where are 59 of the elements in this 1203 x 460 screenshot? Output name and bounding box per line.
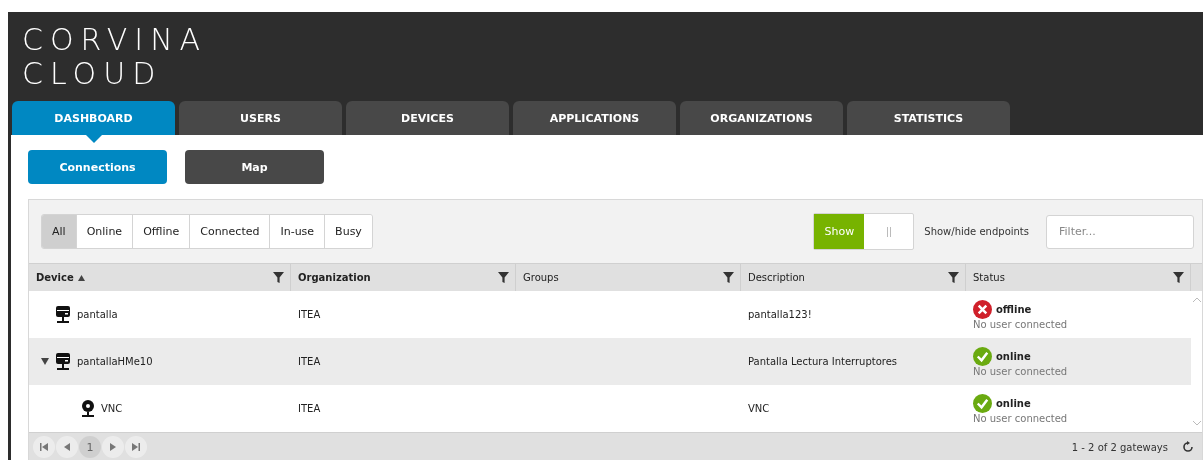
nav-tab[interactable]: STATISTICS xyxy=(847,101,1010,135)
last-page-icon xyxy=(132,443,140,451)
next-icon xyxy=(109,443,117,451)
status-label: offline xyxy=(996,303,1032,315)
device-name: VNC xyxy=(101,403,123,414)
table-cell: pantalla123! xyxy=(748,309,812,320)
filter-field[interactable]: Filter... xyxy=(1046,214,1194,249)
view-tab[interactable]: Map xyxy=(185,150,324,184)
filter-icon[interactable] xyxy=(498,272,509,283)
pager-summary: 1 - 2 of 2 gateways xyxy=(1071,441,1168,453)
monitor-icon xyxy=(55,352,71,371)
table-cell: ITEA xyxy=(298,356,321,367)
status-detail: No user connected xyxy=(973,318,1069,330)
webcam-icon xyxy=(81,399,95,418)
status-detail: No user connected xyxy=(973,365,1069,377)
filter-button[interactable]: Connected xyxy=(189,215,270,248)
refresh-icon[interactable] xyxy=(1182,441,1194,453)
check-icon xyxy=(973,346,992,366)
grip-icon xyxy=(886,226,891,237)
status-label: online xyxy=(996,350,1031,362)
toggle-caption: Show/hide endpoints xyxy=(924,226,1029,237)
table-cell: VNC xyxy=(748,403,770,414)
view-tab[interactable]: Connections xyxy=(28,150,167,184)
monitor-icon xyxy=(55,305,71,324)
filter-icon[interactable] xyxy=(273,272,284,283)
table-row[interactable]: pantalla ITEA pantalla123! offline No user connected xyxy=(29,291,1191,338)
status-detail: No user connected xyxy=(973,412,1069,424)
table-row[interactable]: pantallaHMe10 ITEA Pantalla Lectura Interruptores online No user connected xyxy=(29,338,1191,385)
previous-page-button[interactable] xyxy=(56,436,78,458)
filter-button[interactable]: Offline xyxy=(132,215,190,248)
filter-button[interactable]: In-use xyxy=(269,215,325,248)
next-page-button[interactable] xyxy=(102,436,124,458)
last-page-button[interactable] xyxy=(125,436,147,458)
error-icon xyxy=(973,299,992,319)
table-cell: Pantalla Lectura Interruptores xyxy=(748,356,898,367)
table-cell: ITEA xyxy=(298,309,321,320)
sort-up-icon xyxy=(77,275,85,281)
logo: CORVINA CLOUD xyxy=(21,20,209,93)
expand-caret-icon[interactable] xyxy=(41,358,49,365)
check-icon xyxy=(973,393,992,413)
nav-tab[interactable]: ORGANIZATIONS xyxy=(680,101,843,135)
previous-icon xyxy=(63,443,71,451)
nav-tab[interactable]: USERS xyxy=(179,101,342,135)
filter-icon[interactable] xyxy=(723,272,734,283)
filter-button[interactable]: All xyxy=(42,215,76,248)
nav-tab[interactable]: APPLICATIONS xyxy=(513,101,676,135)
nav-tab[interactable]: DEVICES xyxy=(346,101,509,135)
filter-icon[interactable] xyxy=(1173,272,1184,283)
first-page-button[interactable] xyxy=(33,436,55,458)
page-button[interactable]: 1 xyxy=(79,436,101,458)
filter-icon[interactable] xyxy=(948,272,959,283)
table-row[interactable]: VNC ITEA VNC online No user connected xyxy=(29,385,1191,432)
device-name: pantalla xyxy=(77,309,118,320)
filter-button[interactable]: Online xyxy=(75,215,133,248)
device-name: pantallaHMe10 xyxy=(77,356,153,367)
filter-button[interactable]: Busy xyxy=(324,215,372,248)
table-cell: ITEA xyxy=(298,403,321,414)
first-page-icon xyxy=(40,443,48,451)
status-label: online xyxy=(996,397,1031,409)
